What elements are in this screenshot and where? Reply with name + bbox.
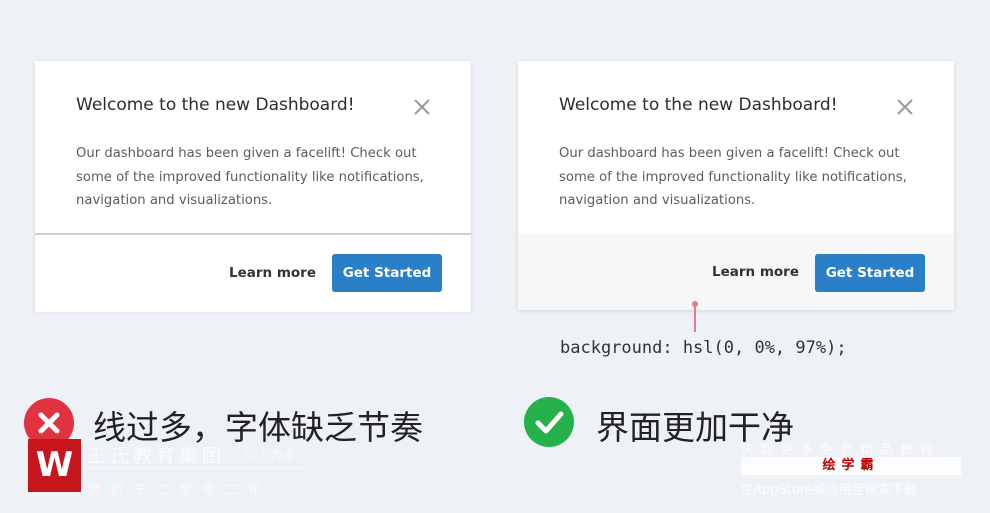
modal-title: Welcome to the new Dashboard! (76, 95, 355, 115)
get-started-button[interactable]: Get Started (332, 254, 442, 292)
watermark-download: 在AppStore或应用宝搜索下载 (740, 483, 917, 498)
learn-more-button[interactable]: Learn more (712, 264, 799, 280)
close-icon[interactable] (413, 98, 431, 116)
modal-good-example: Welcome to the new Dashboard! Our dashbo… (518, 61, 954, 310)
learn-more-button[interactable]: Learn more (229, 265, 316, 281)
watermark-founded: 始创于二零零二年 (87, 483, 272, 498)
get-started-button[interactable]: Get Started (815, 254, 925, 292)
watermark-slogan: 以人为本 (244, 448, 297, 462)
modal-body: Our dashboard has been given a facelift!… (559, 146, 907, 208)
check-circle-icon (524, 397, 574, 447)
modal-footer: Learn more Get Started (35, 233, 471, 312)
watermark-divider (87, 467, 301, 468)
watermark-brand: 绘学霸 (741, 457, 961, 475)
watermark-company: 王氏教育集团 (87, 445, 226, 467)
close-icon[interactable] (896, 98, 914, 116)
watermark-logo: W (28, 439, 81, 492)
css-annotation: background: hsl(0, 0%, 97%); (560, 338, 847, 358)
modal-title: Welcome to the new Dashboard! (559, 95, 838, 115)
watermark-promo: 获取更多免费精品教程 (740, 443, 941, 458)
annotation-pointer (692, 301, 698, 332)
modal-bad-example: Welcome to the new Dashboard! Our dashbo… (35, 61, 471, 312)
modal-body: Our dashboard has been given a facelift!… (76, 146, 424, 208)
modal-footer: Learn more Get Started (518, 234, 954, 310)
